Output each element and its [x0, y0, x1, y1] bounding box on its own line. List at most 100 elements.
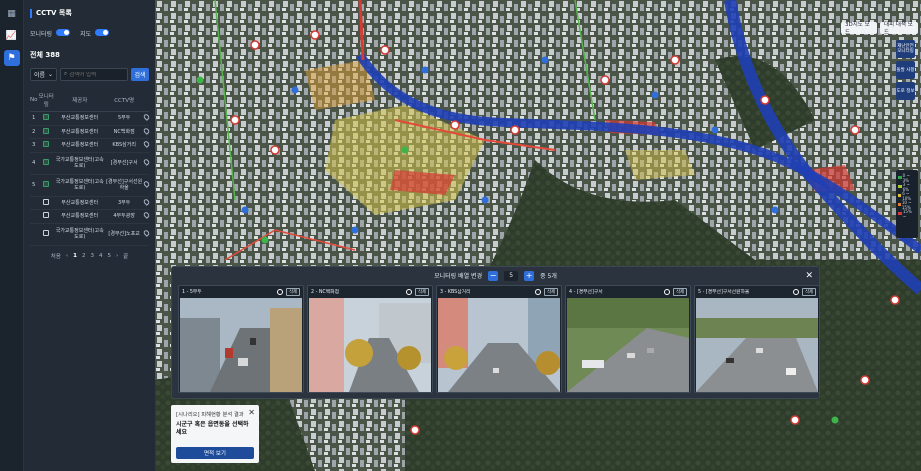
incident-tool[interactable]: 돌발 사항 — [896, 61, 915, 79]
city-map[interactable]: 3D지도 모드 대피 대책 모드 재난안전 모니터링 돌발 사항 도로 정보 0… — [155, 0, 921, 471]
camera-tile[interactable]: 4 - [경부선]구서 삭제 — [565, 285, 691, 393]
col-monitoring: 모니터링 — [37, 89, 56, 112]
row-provider: 국가교통정보센터(고속도로) — [55, 152, 105, 175]
record-icon[interactable] — [277, 288, 284, 295]
row-cctv-name: [경부선]구서선원하울 — [104, 174, 144, 197]
map-toggle[interactable] — [95, 29, 110, 36]
camera-tile[interactable]: 1 - 5부두 삭제 — [178, 285, 304, 393]
monitoring-toggle[interactable] — [56, 29, 71, 36]
camera-label: 3 - KBS삼거리 — [440, 290, 471, 295]
decrease-button[interactable]: − — [488, 270, 499, 281]
col-cctv-name: CCTV명 — [104, 89, 144, 112]
location-pin-icon[interactable] — [142, 197, 151, 206]
row-no: 3 — [30, 138, 38, 153]
search-type-select[interactable]: 이름 ⌄ — [30, 68, 57, 81]
road-info-tool[interactable]: 도로 정보 — [896, 82, 915, 100]
camera-delete-button[interactable]: 삭제 — [544, 287, 558, 296]
page-4[interactable]: 4 — [99, 253, 103, 259]
pager-first[interactable]: 처음 — [51, 252, 61, 260]
chevron-down-icon: ⌄ — [47, 71, 53, 78]
monitoring-checkbox[interactable] — [43, 198, 50, 205]
close-icon[interactable]: ✕ — [248, 408, 255, 417]
increase-button[interactable]: + — [524, 270, 535, 281]
camera-label: 5 - [경부선]구서선원하울 — [698, 290, 750, 295]
row-cctv-name: 5부두 — [104, 111, 144, 126]
row-no — [30, 196, 38, 210]
camera-tile[interactable]: 5 - [경부선]구서선원하울 삭제 — [694, 285, 820, 393]
row-no: 1 — [30, 111, 38, 126]
search-icon: ⌕ — [64, 71, 68, 77]
search-button[interactable]: 검색 — [131, 68, 149, 81]
page-2[interactable]: 2 — [82, 253, 86, 259]
legend-swatch — [898, 194, 902, 197]
camera-delete-button[interactable]: 삭제 — [415, 287, 429, 296]
map-side-tools: 재난안전 모니터링 돌발 사항 도로 정보 — [896, 40, 915, 100]
legend-label: 15% ~ — [902, 208, 912, 219]
table-row[interactable]: 5 국가교통정보센터(고속도로) [경부선]구서선원하울 — [30, 174, 151, 197]
record-icon[interactable] — [793, 288, 800, 295]
monitoring-toggle-label: 모니터링 — [30, 31, 53, 38]
close-icon[interactable]: ✕ — [805, 271, 813, 281]
record-icon[interactable] — [406, 288, 413, 295]
left-icon-rail: ▦ 📈 ⚑ — [0, 0, 24, 471]
search-input[interactable] — [69, 71, 124, 78]
monitoring-checkbox[interactable] — [43, 141, 50, 147]
pager-next-icon[interactable]: › — [116, 253, 118, 259]
camera-header: 4 - [경부선]구서 삭제 — [566, 286, 690, 297]
row-provider: 부산교통정보센터 — [55, 125, 105, 139]
camera-label: 4 - [경부선]구서 — [569, 290, 603, 295]
row-monitoring — [37, 125, 56, 139]
legend-swatch — [898, 212, 902, 215]
chart-icon[interactable]: 📈 — [4, 28, 20, 44]
table-row[interactable]: 2 부산교통정보센터 NC백화점 — [30, 125, 151, 139]
table-row[interactable]: 3 부산교통정보센터 KBS삼거리 — [30, 138, 151, 153]
camera-delete-button[interactable]: 삭제 — [286, 287, 300, 296]
col-provider: 제공자 — [55, 89, 105, 112]
page-1[interactable]: 1 — [73, 253, 77, 259]
location-pin-icon[interactable] — [142, 140, 151, 148]
view-area-button[interactable]: 면적 보기 — [176, 447, 254, 459]
location-pin-icon[interactable] — [142, 228, 151, 237]
table-row[interactable]: 4 국가교통정보센터(고속도로) [경부선]구서 — [30, 152, 151, 175]
location-pin-icon[interactable] — [142, 126, 151, 135]
location-pin-icon[interactable] — [142, 157, 151, 166]
record-icon[interactable] — [664, 288, 671, 295]
pager-last[interactable]: 끝 — [123, 252, 128, 260]
monitoring-checkbox[interactable] — [43, 114, 50, 120]
monitoring-checkbox[interactable] — [43, 180, 50, 187]
row-location — [142, 174, 151, 197]
location-pin-icon[interactable] — [142, 211, 151, 219]
row-provider: 부산교통정보센터 — [55, 138, 105, 153]
camera-tile[interactable]: 2 - NC백화점 삭제 — [307, 285, 433, 393]
table-row[interactable]: 부산교통정보센터 3부두 — [30, 196, 151, 210]
grid-icon[interactable]: ▦ — [4, 6, 20, 22]
monitoring-checkbox[interactable] — [43, 229, 50, 236]
pager-prev-icon[interactable]: ‹ — [66, 253, 68, 259]
record-icon[interactable] — [535, 288, 542, 295]
location-pin-icon[interactable] — [142, 179, 151, 188]
camera-delete-button[interactable]: 삭제 — [802, 287, 816, 296]
evacuation-mode-button[interactable]: 대피 대책 모드 — [880, 22, 918, 36]
table-row[interactable]: 국가교통정보센터(고속도로) [경부선]노포교 — [30, 223, 151, 246]
table-row[interactable]: 1 부산교통정보센터 5부두 — [30, 111, 151, 126]
map-graphics — [155, 0, 921, 471]
3d-mode-button[interactable]: 3D지도 모드 — [841, 22, 877, 36]
camera-header: 5 - [경부선]구서선원하울 삭제 — [695, 286, 819, 297]
cctv-list-panel: CCTV 목록 모니터링 지도 전체 388 이름⌄ ⌕ 검색 No 모니터링 … — [24, 0, 155, 471]
monitoring-checkbox[interactable] — [43, 127, 50, 134]
monitoring-checkbox[interactable] — [43, 212, 50, 218]
disaster-monitor-tool[interactable]: 재난안전 모니터링 — [896, 40, 915, 58]
row-location — [142, 223, 151, 246]
page-5[interactable]: 5 — [107, 253, 111, 259]
row-monitoring — [37, 152, 56, 175]
camera-delete-button[interactable]: 삭제 — [673, 287, 687, 296]
camera-tile[interactable]: 3 - KBS삼거리 삭제 — [436, 285, 562, 393]
location-pin-icon[interactable] — [142, 113, 151, 121]
row-location — [142, 196, 151, 210]
search-field[interactable]: ⌕ — [60, 68, 128, 81]
camera-feed — [180, 298, 302, 392]
page-3[interactable]: 3 — [90, 253, 94, 259]
map-icon[interactable]: ⚑ — [3, 50, 20, 66]
monitoring-checkbox[interactable] — [43, 158, 50, 165]
table-row[interactable]: 부산교통정보센터 4부두광장 — [30, 209, 151, 224]
